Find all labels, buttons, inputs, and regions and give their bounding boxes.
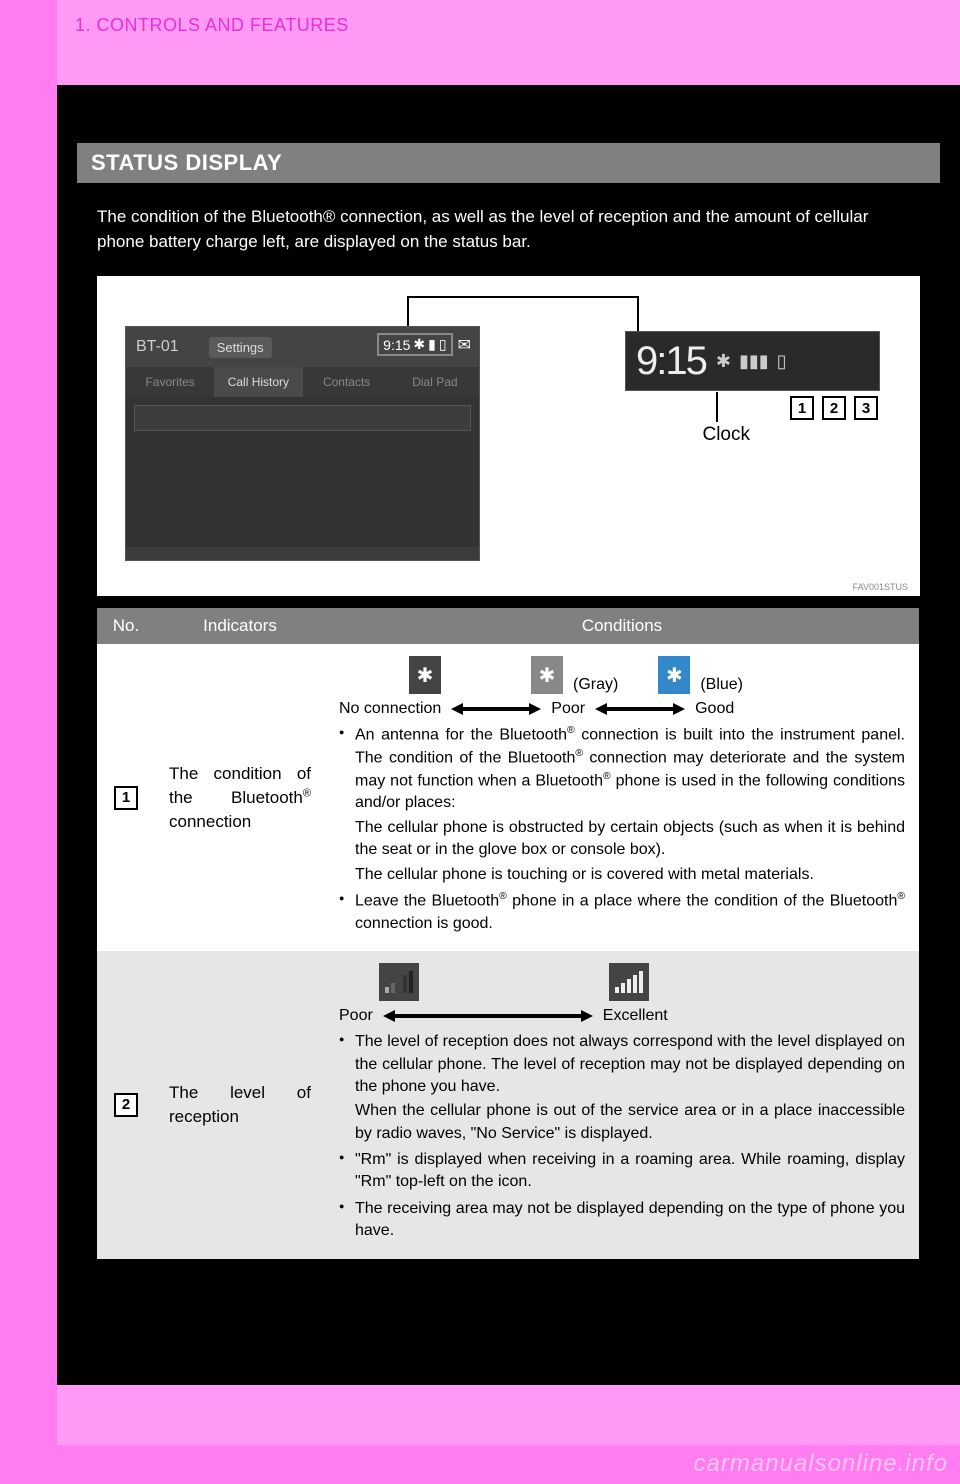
bt-noconn-icon: ✱ — [409, 656, 441, 694]
td-indicator: The level of reception — [155, 951, 325, 1259]
row-number-icon: 1 — [114, 786, 138, 810]
signal-high-icon — [609, 963, 649, 1001]
status-table: No. Indicators Conditions 1 The conditio… — [97, 608, 919, 1258]
status-zoom: 9:15 ✱ ▮▮▮ ▯ — [625, 331, 880, 391]
tab-call-history[interactable]: Call History — [214, 367, 302, 397]
status-figure: BT-01 Settings 9:15 ✱ ▮ ▯ ✉ Favorites Ca… — [97, 276, 920, 596]
signal-bullets: The level of reception does not always c… — [339, 1031, 905, 1243]
leader-line — [407, 296, 637, 298]
bullet-item: The level of reception does not always c… — [339, 1031, 905, 1145]
row-number-icon: 2 — [114, 1093, 138, 1117]
double-arrow-icon — [595, 702, 685, 716]
table-row: 2 The level of reception — [97, 951, 919, 1259]
battery-icon: ▯ — [777, 351, 787, 372]
status-title: STATUS DISPLAY — [91, 150, 282, 176]
pink-band — [57, 50, 960, 85]
bt-legend-scale: No connection Poor Good — [339, 700, 905, 718]
phone-screenshot: BT-01 Settings 9:15 ✱ ▮ ▯ ✉ Favorites Ca… — [125, 326, 480, 561]
header-band: 1. CONTROLS AND FEATURES — [57, 0, 960, 50]
table-row: 1 The condition of the Bluetooth® connec… — [97, 644, 919, 951]
left-sidebar — [0, 0, 57, 1484]
callout-3: 3 — [854, 396, 878, 420]
good-label: Good — [695, 700, 734, 718]
callout-numbers: 1 2 3 — [790, 396, 878, 420]
phone-top-bar: BT-01 Settings 9:15 ✱ ▮ ▯ ✉ — [126, 327, 479, 367]
td-indicator: The condition of the Bluetooth® connecti… — [155, 644, 325, 951]
bullet-item: The receiving area may not be displayed … — [339, 1198, 905, 1243]
figure-tag: FAV001STUS — [853, 582, 908, 592]
noconn-label: No connection — [339, 700, 441, 718]
bullet-item: Leave the Bluetooth® phone in a place wh… — [339, 890, 905, 935]
phone-time: 9:15 — [383, 337, 410, 353]
poor-label: Poor — [339, 1007, 373, 1025]
td-no: 2 — [97, 951, 155, 1259]
blue-label: (Blue) — [700, 676, 743, 694]
phone-title: BT-01 — [126, 338, 179, 356]
signal-icon: ▮ — [428, 336, 436, 353]
signal-low-icon — [379, 963, 419, 1001]
callout-2: 2 — [822, 396, 846, 420]
table-head-row: No. Indicators Conditions — [97, 608, 919, 644]
bluetooth-icon: ✱ — [413, 336, 425, 353]
gray-label: (Gray) — [573, 676, 618, 694]
td-conditions: Poor Excellent The level of reception do… — [325, 951, 919, 1259]
signal-legend-scale: Poor Excellent — [339, 1007, 905, 1025]
phone-body — [126, 397, 479, 547]
bullet-item: "Rm" is displayed when receiving in a ro… — [339, 1149, 905, 1194]
watermark: carmanualsonline.info — [694, 1450, 948, 1478]
intro-paragraph: The condition of the Bluetooth® connecti… — [97, 205, 920, 254]
phone-status-box: 9:15 ✱ ▮ ▯ — [377, 333, 452, 356]
tab-favorites[interactable]: Favorites — [126, 367, 214, 397]
status-title-bar: STATUS DISPLAY — [77, 143, 940, 183]
signal-legend-icons — [339, 963, 905, 1001]
poor-label: Poor — [551, 700, 585, 718]
phone-status-area: 9:15 ✱ ▮ ▯ ✉ — [377, 333, 471, 356]
bt-blue-icon: ✱ — [658, 656, 690, 694]
excellent-label: Excellent — [603, 1007, 668, 1025]
signal-icon: ▮▮▮ — [739, 351, 769, 372]
double-arrow-icon — [383, 1009, 593, 1023]
double-arrow-icon — [451, 702, 541, 716]
tab-contacts[interactable]: Contacts — [303, 367, 391, 397]
footer-band — [57, 1385, 960, 1445]
battery-icon: ▯ — [439, 336, 447, 353]
callout-1: 1 — [790, 396, 814, 420]
tab-dial-pad[interactable]: Dial Pad — [391, 367, 479, 397]
bluetooth-icon: ✱ — [716, 351, 731, 372]
leader-line — [407, 296, 409, 328]
zoom-time: 9:15 — [626, 339, 716, 384]
bullet-subtext: When the cellular phone is out of the se… — [355, 1100, 905, 1145]
bt-legend-icons: ✱ ✱ (Gray) ✱ (Blue) — [339, 656, 905, 694]
mail-icon: ✉ — [458, 335, 471, 355]
page-body: STATUS DISPLAY The condition of the Blue… — [57, 85, 960, 1385]
bullet-subtext: The cellular phone is obstructed by cert… — [355, 817, 905, 862]
list-row[interactable] — [134, 405, 471, 431]
bullet-subtext: The cellular phone is touching or is cov… — [355, 864, 905, 886]
th-no: No. — [97, 608, 155, 644]
th-conditions: Conditions — [325, 608, 919, 644]
bt-gray-icon: ✱ — [531, 656, 563, 694]
leader-line — [716, 392, 718, 422]
th-indicators: Indicators — [155, 608, 325, 644]
bullet-item: An antenna for the Bluetooth® connection… — [339, 724, 905, 886]
clock-label: Clock — [702, 424, 750, 446]
section-heading: 1. CONTROLS AND FEATURES — [57, 0, 960, 36]
bt-bullets: An antenna for the Bluetooth® connection… — [339, 724, 905, 935]
settings-button[interactable]: Settings — [209, 337, 272, 358]
zoom-icons: ✱ ▮▮▮ ▯ — [716, 351, 795, 372]
td-no: 1 — [97, 644, 155, 951]
phone-tabs: Favorites Call History Contacts Dial Pad — [126, 367, 479, 397]
td-conditions: ✱ ✱ (Gray) ✱ (Blue) No connection Poor — [325, 644, 919, 951]
